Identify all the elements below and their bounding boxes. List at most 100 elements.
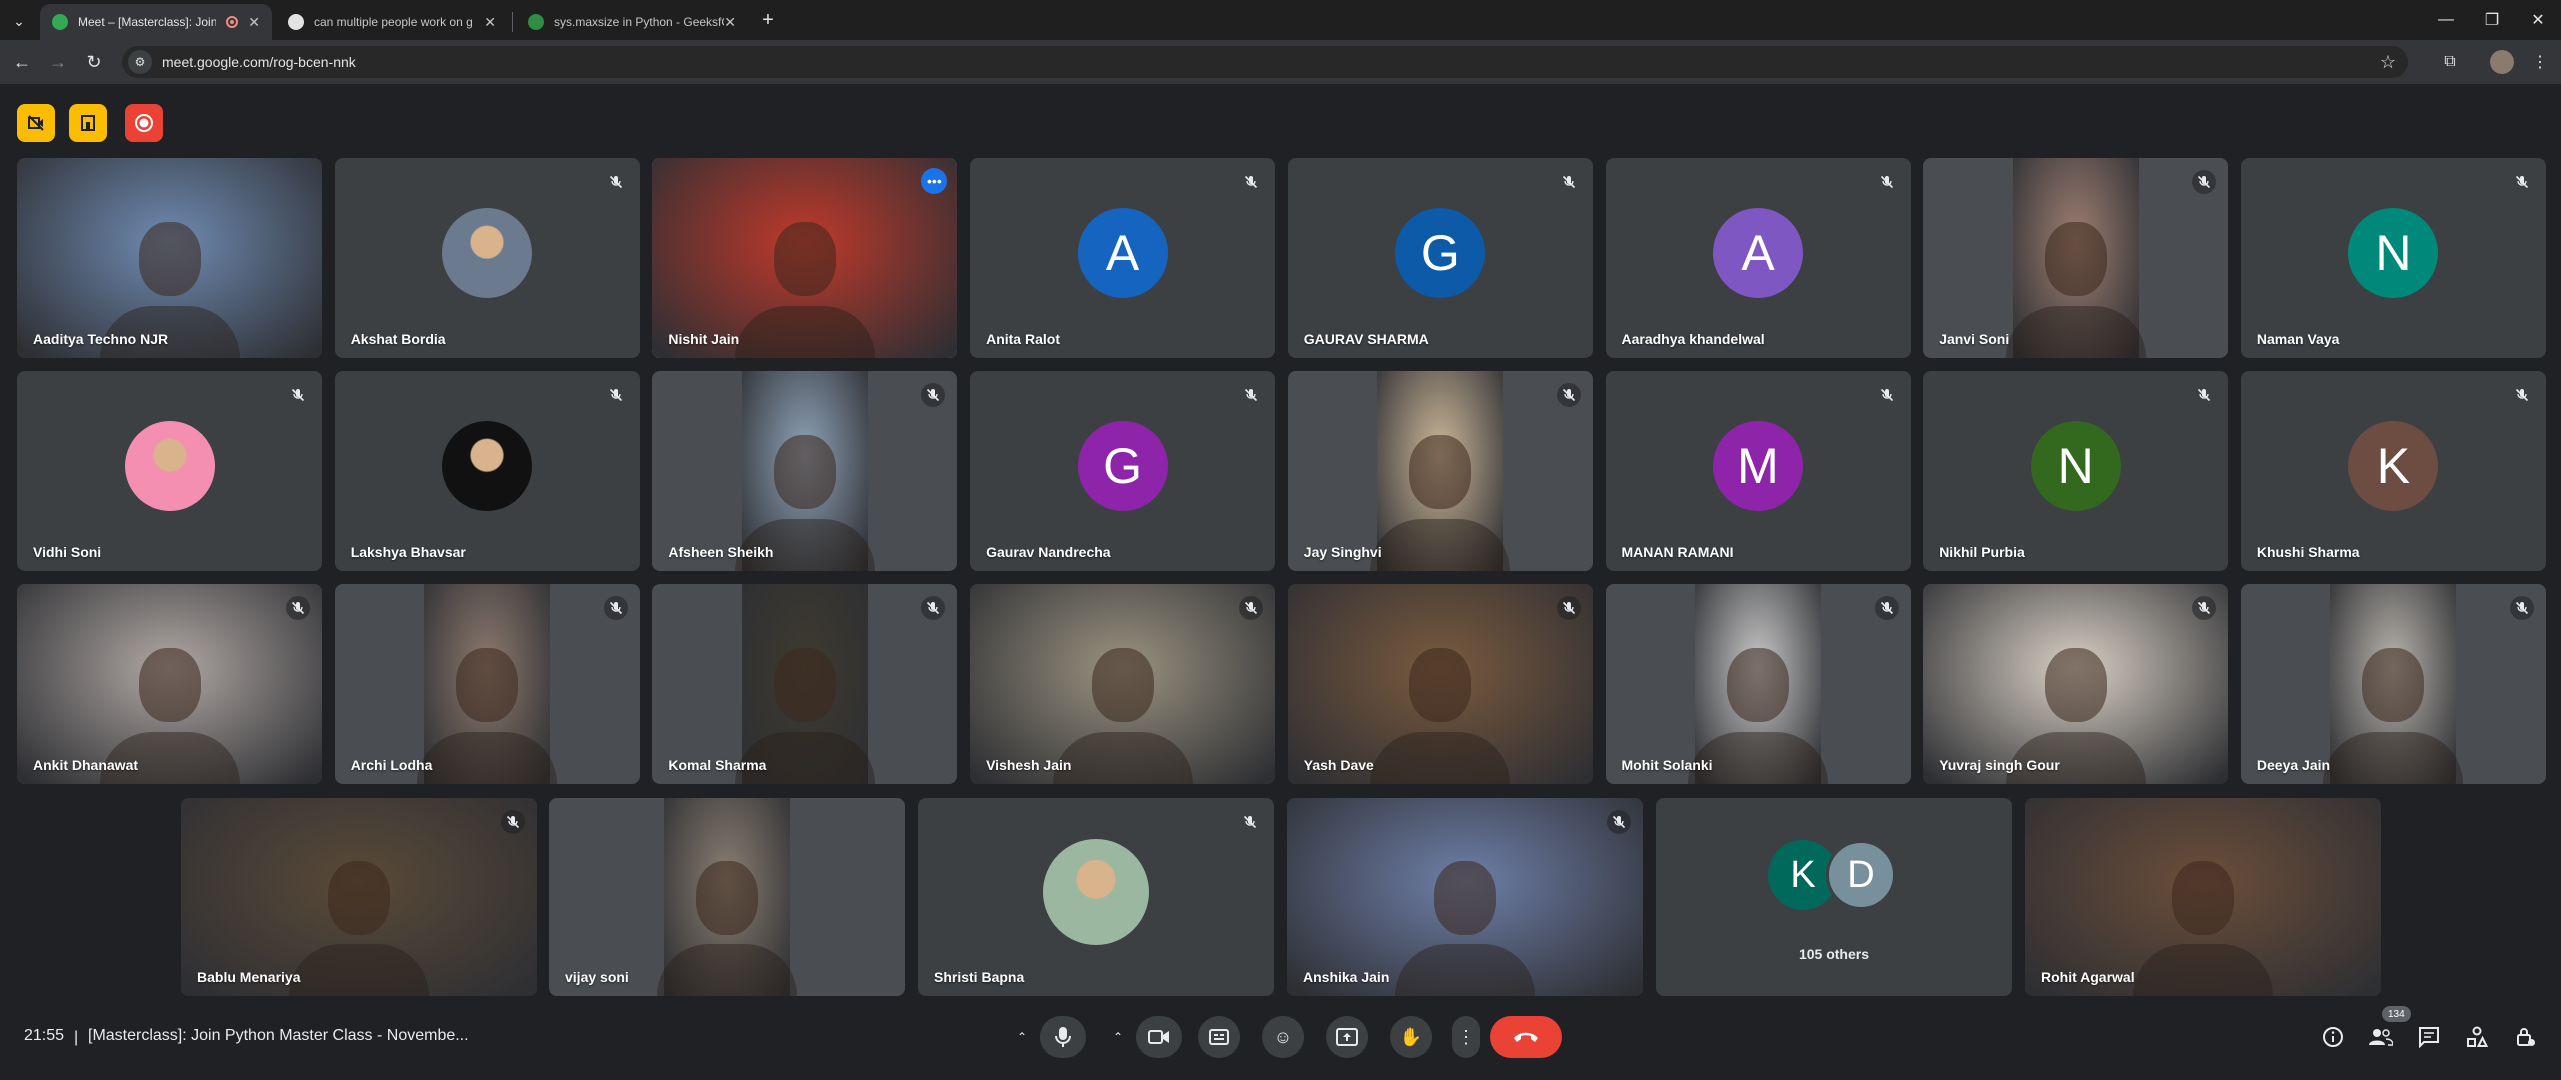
participant-tile[interactable]: ••• Nishit Jain	[652, 158, 958, 358]
captions-button[interactable]	[1198, 1016, 1240, 1058]
participant-tile[interactable]: Vidhi Soni	[17, 371, 322, 571]
window-close-icon[interactable]: ✕	[2526, 8, 2550, 32]
tab-title: sys.maxsize in Python - GeeksfG	[554, 15, 725, 29]
mic-off-icon	[1875, 170, 1899, 194]
tab-geeksforgeeks[interactable]: sys.maxsize in Python - GeeksfG ✕	[516, 4, 748, 40]
hang-up-icon	[1514, 1032, 1538, 1042]
mic-off-icon	[1556, 596, 1581, 620]
google-favicon-icon	[288, 14, 304, 30]
back-arrow-icon[interactable]: ←	[10, 50, 34, 74]
raise-hand-button[interactable]: ✋	[1390, 1016, 1432, 1058]
chat-icon[interactable]	[2412, 1020, 2446, 1054]
participant-tile[interactable]: Aaditya Techno NJR	[17, 158, 322, 358]
participant-name: Mohit Solanki	[1621, 757, 1713, 773]
more-options-button[interactable]: ⋮	[1452, 1016, 1480, 1058]
participant-tile[interactable]: Ankit Dhanawat	[17, 584, 322, 784]
participant-tile[interactable]: Yuvraj singh Gour	[1923, 584, 2229, 784]
microphone-button[interactable]	[1040, 1016, 1086, 1058]
url-text[interactable]: meet.google.com/rog-bcen-nnk	[162, 54, 356, 70]
extensions-puzzle-icon[interactable]: ⧉	[2438, 50, 2462, 74]
camera-button[interactable]	[1136, 1016, 1182, 1058]
participant-tile[interactable]: A Anita Ralot	[970, 158, 1276, 358]
participant-tile[interactable]: Anshika Jain	[1287, 798, 1643, 996]
participant-video	[734, 371, 875, 571]
participant-video	[2005, 158, 2146, 358]
tab-close-icon[interactable]: ✕	[248, 14, 260, 31]
address-bar[interactable]: ⚙ meet.google.com/rog-bcen-nnk ☆	[122, 46, 2408, 78]
mic-off-icon	[1607, 810, 1631, 834]
participant-tile[interactable]: Archi Lodha	[334, 584, 640, 784]
others-tile[interactable]: K D 105 others	[1656, 798, 2012, 996]
participant-tile[interactable]: Deeya Jain	[2240, 584, 2546, 784]
participant-tile[interactable]: Akshat Bordia	[334, 158, 640, 358]
activities-icon[interactable]	[2460, 1020, 2494, 1054]
minimize-icon[interactable]: —	[2434, 8, 2458, 32]
leave-call-button[interactable]	[1490, 1016, 1562, 1058]
site-info-icon[interactable]: ⚙	[128, 50, 152, 74]
audio-settings-chevron-icon[interactable]: ⌃	[1004, 1016, 1040, 1058]
tab-close-icon[interactable]: ✕	[484, 14, 496, 31]
emoji-reaction-button[interactable]: ☺	[1262, 1016, 1304, 1058]
participant-tile[interactable]: Afsheen Sheikh	[652, 371, 958, 571]
bookmark-star-icon[interactable]: ☆	[2380, 52, 2396, 73]
participant-tile[interactable]: N Nikhil Purbia	[1923, 371, 2229, 571]
participant-tile[interactable]: M MANAN RAMANI	[1605, 371, 1911, 571]
no-video-warning-icon[interactable]	[17, 104, 55, 142]
person-shoulders	[1052, 732, 1193, 784]
people-icon[interactable]	[2364, 1020, 2398, 1054]
browser-tab-bar: ⌄ Meet – [Masterclass]: Join P ✕ can mul…	[0, 0, 2561, 40]
participant-name: Shristi Bapna	[934, 969, 1025, 985]
participant-name: MANAN RAMANI	[1621, 544, 1734, 560]
tab-search[interactable]: can multiple people work on g ✕	[276, 4, 508, 40]
participant-tile[interactable]: G Gaurav Nandrecha	[970, 371, 1276, 571]
participant-tile[interactable]: A Aaradhya khandelwal	[1605, 158, 1911, 358]
participant-video	[1688, 584, 1828, 784]
participant-video	[1287, 798, 1643, 996]
participant-tile[interactable]: Mohit Solanki	[1605, 584, 1911, 784]
recording-icon[interactable]	[125, 104, 163, 142]
host-controls-icon[interactable]	[69, 104, 107, 142]
participant-tile[interactable]: G GAURAV SHARMA	[1287, 158, 1593, 358]
participant-tile[interactable]: Komal Sharma	[652, 584, 958, 784]
meet-stage: Aaditya Techno NJR Akshat Bordia ••• Nishit…	[0, 84, 2561, 1080]
browser-menu-icon[interactable]: ⋮	[2528, 50, 2552, 74]
tab-search-chevron-icon[interactable]: ⌄	[8, 10, 30, 32]
reload-icon[interactable]: ↻	[82, 50, 106, 74]
profile-avatar[interactable]	[2490, 50, 2514, 74]
mic-off-icon	[2510, 170, 2534, 194]
person-shoulders	[1370, 519, 1511, 571]
participant-video	[17, 158, 322, 358]
participant-tile[interactable]: Lakshya Bhavsar	[334, 371, 640, 571]
host-controls-lock-icon[interactable]	[2508, 1020, 2542, 1054]
new-tab-plus-icon[interactable]: +	[756, 8, 780, 32]
participant-tile[interactable]: vijay soni	[549, 798, 905, 996]
participant-video	[181, 798, 537, 996]
present-screen-button[interactable]	[1326, 1016, 1368, 1058]
participant-tile[interactable]: Janvi Soni	[1923, 158, 2229, 358]
participant-avatar: G	[1395, 208, 1486, 298]
participant-tile[interactable]: Rohit Agarwal	[2025, 798, 2381, 996]
participant-name: Komal Sharma	[668, 757, 767, 773]
participant-tile[interactable]: Bablu Menariya	[181, 798, 537, 996]
captions-icon	[1209, 1029, 1229, 1045]
participant-tile[interactable]: K Khushi Sharma	[2240, 371, 2546, 571]
others-count-label: 105 others	[1798, 946, 1870, 962]
mic-off-icon	[2192, 383, 2216, 407]
tab-title: Meet – [Masterclass]: Join P	[78, 15, 217, 29]
participant-tile[interactable]: Jay Singhvi	[1287, 371, 1593, 571]
tab-meet[interactable]: Meet – [Masterclass]: Join P ✕	[40, 4, 272, 40]
participant-photo-avatar	[442, 421, 533, 511]
video-settings-chevron-icon[interactable]: ⌃	[1100, 1016, 1136, 1058]
mic-off-icon	[1875, 383, 1899, 407]
participant-tile[interactable]: N Naman Vaya	[2240, 158, 2546, 358]
participant-tile[interactable]: Vishesh Jain	[970, 584, 1276, 784]
restore-icon[interactable]: ❐	[2480, 8, 2504, 32]
mic-off-icon	[286, 596, 310, 620]
meeting-details-info-icon[interactable]	[2316, 1020, 2350, 1054]
participant-tile[interactable]: Yash Dave	[1287, 584, 1593, 784]
person-shoulders	[289, 944, 429, 996]
tab-close-icon[interactable]: ✕	[724, 14, 736, 31]
participant-tile[interactable]: Shristi Bapna	[918, 798, 1274, 996]
mic-off-icon	[1557, 170, 1581, 194]
forward-arrow-icon[interactable]: →	[46, 50, 70, 74]
